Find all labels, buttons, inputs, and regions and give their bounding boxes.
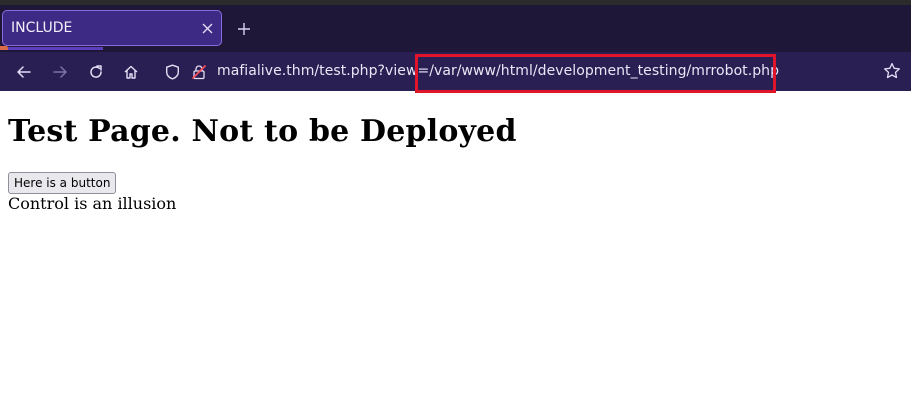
navigation-toolbar: mafialive.thm/test.php?view=/var/www/htm… <box>0 52 911 91</box>
window-top-edge <box>0 0 911 5</box>
page-content: Test Page. Not to be Deployed Here is a … <box>8 91 903 214</box>
container-indicator <box>0 46 8 50</box>
here-is-a-button[interactable]: Here is a button <box>8 172 117 194</box>
tab-underline <box>8 47 103 50</box>
plus-icon[interactable] <box>234 19 254 39</box>
url-text[interactable]: mafialive.thm/test.php?view=/var/www/htm… <box>217 63 779 79</box>
close-icon[interactable] <box>199 20 215 36</box>
home-icon[interactable] <box>120 61 142 83</box>
star-icon[interactable] <box>881 60 903 82</box>
tab-strip: INCLUDE <box>0 0 911 52</box>
reload-icon[interactable] <box>85 61 107 83</box>
shield-icon[interactable] <box>163 63 181 81</box>
lock-icon[interactable] <box>190 63 208 81</box>
page-heading: Test Page. Not to be Deployed <box>8 114 517 149</box>
arrow-left-icon[interactable] <box>13 61 35 83</box>
browser-window: INCLUDE mafialive.thm/test.php?view=/var… <box>0 0 911 420</box>
arrow-right-icon[interactable] <box>49 61 71 83</box>
address-bar[interactable]: mafialive.thm/test.php?view=/var/www/htm… <box>154 56 871 87</box>
tab-active[interactable]: INCLUDE <box>2 10 222 46</box>
tab-title: INCLUDE <box>11 20 73 36</box>
page-text: Control is an illusion <box>8 194 177 213</box>
